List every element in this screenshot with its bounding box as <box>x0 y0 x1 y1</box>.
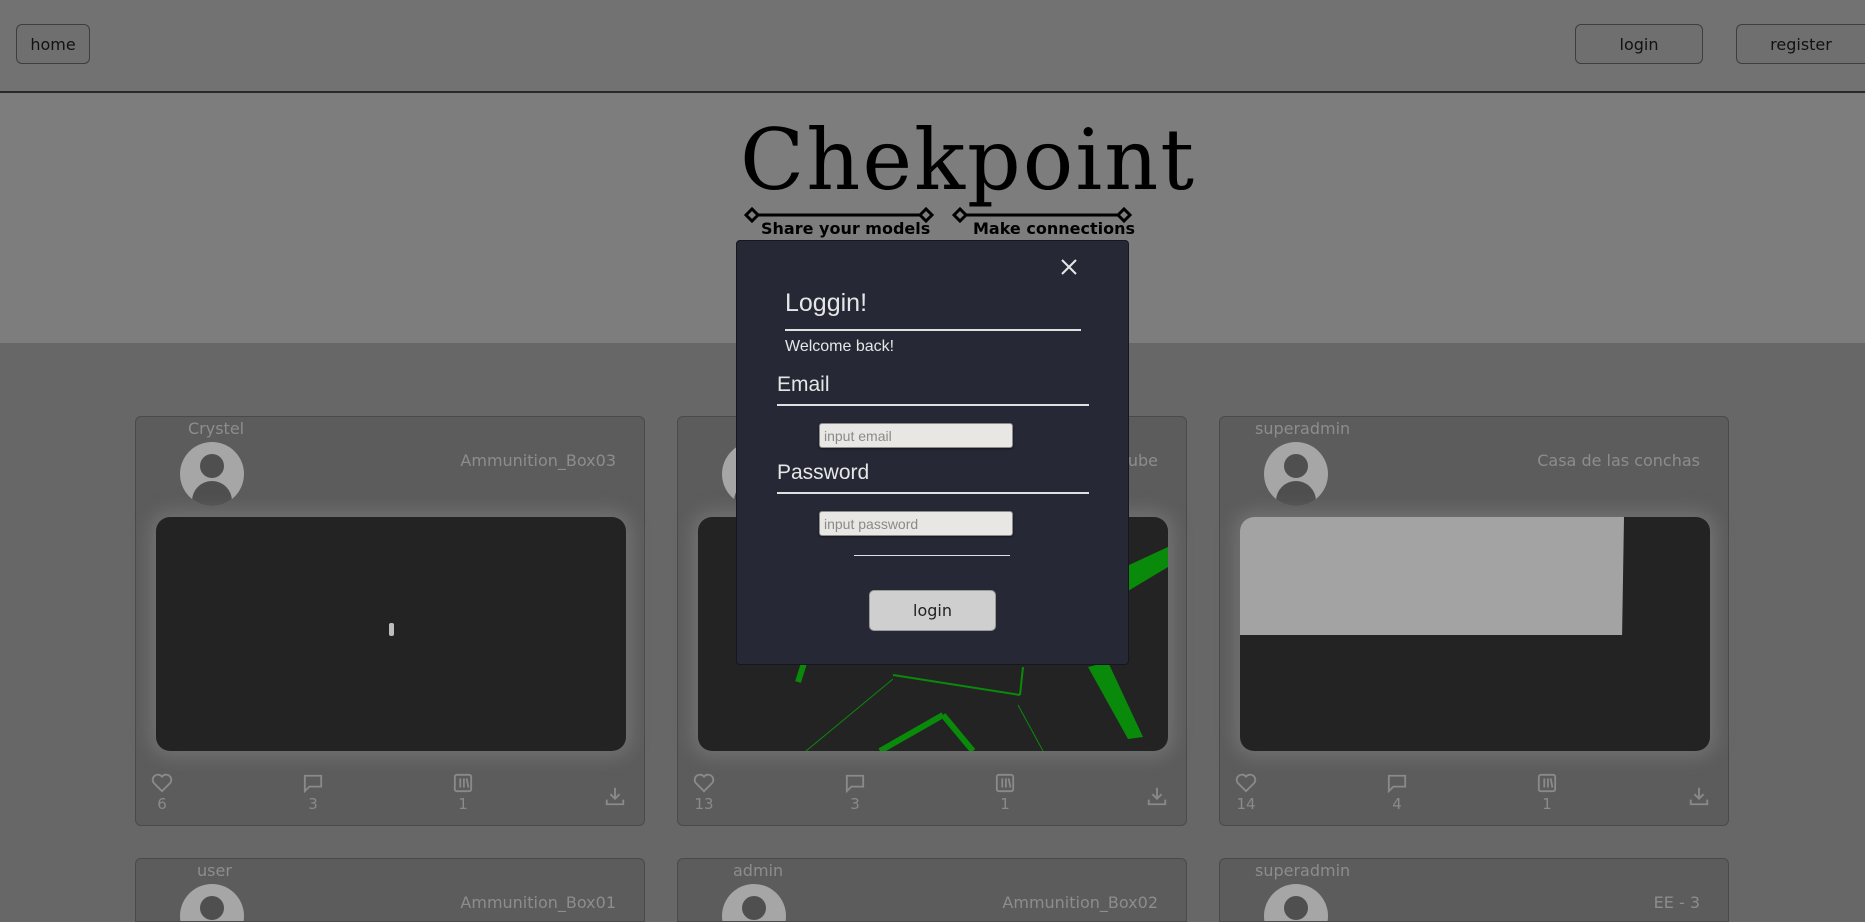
card-model-name[interactable]: Ammunition_Box02 <box>1002 893 1158 912</box>
comment-icon <box>1387 774 1407 793</box>
password-field[interactable] <box>819 511 1013 536</box>
password-label: Password <box>777 461 870 484</box>
comment-count: 3 <box>308 795 318 813</box>
download-icon <box>605 787 625 806</box>
heart-icon <box>693 773 715 793</box>
model-card[interactable]: superadmin Casa de las conchas 14 4 1 <box>1219 416 1729 826</box>
user-avatar-icon[interactable] <box>1264 442 1328 506</box>
card-author[interactable]: admin <box>733 861 783 880</box>
user-avatar-icon[interactable] <box>180 884 244 921</box>
modal-title: Loggin! <box>785 289 868 317</box>
heart-icon <box>1235 773 1257 793</box>
card-model-name[interactable]: Casa de las conchas <box>1537 451 1700 470</box>
download-icon <box>1689 787 1709 806</box>
email-field[interactable] <box>819 423 1013 448</box>
password-divider <box>777 492 1089 494</box>
comment-stat[interactable]: 3 <box>835 773 875 813</box>
model-viewer[interactable] <box>1240 517 1710 751</box>
title-divider <box>785 329 1081 331</box>
close-icon[interactable] <box>1057 255 1081 279</box>
user-avatar-icon[interactable] <box>722 884 786 921</box>
email-divider <box>777 404 1089 406</box>
login-submit-button[interactable]: login <box>869 590 996 631</box>
comment-stat[interactable]: 4 <box>1377 773 1417 813</box>
comment-stat[interactable]: 3 <box>293 773 333 813</box>
model-preview-shape <box>1240 517 1624 635</box>
library-icon <box>995 773 1015 793</box>
comment-icon <box>303 774 323 793</box>
top-navbar: home login register <box>0 0 1865 93</box>
comment-icon <box>845 774 865 793</box>
home-button[interactable]: home <box>16 24 90 64</box>
like-stat[interactable]: 6 <box>142 773 182 813</box>
logo-title: Chekpoint <box>740 111 1197 209</box>
collection-stat[interactable]: 1 <box>443 773 483 813</box>
card-author[interactable]: superadmin <box>1255 419 1350 438</box>
collection-count: 1 <box>458 795 468 813</box>
comment-count: 3 <box>850 795 860 813</box>
model-viewer[interactable] <box>156 517 626 751</box>
comment-count: 4 <box>1392 795 1402 813</box>
card-author[interactable]: superadmin <box>1255 861 1350 880</box>
download-button[interactable] <box>1146 785 1168 811</box>
download-icon <box>1147 787 1167 806</box>
library-icon <box>453 773 473 793</box>
model-card[interactable]: superadmin EE - 3 <box>1219 858 1729 922</box>
register-nav-button[interactable]: register <box>1736 24 1865 64</box>
model-preview-shape <box>389 623 394 636</box>
modal-subtitle: Welcome back! <box>785 338 895 355</box>
like-stat[interactable]: 13 <box>684 773 724 813</box>
user-avatar-icon[interactable] <box>1264 884 1328 921</box>
download-button[interactable] <box>1688 785 1710 811</box>
card-model-name[interactable]: EE - 3 <box>1654 893 1700 912</box>
email-label: Email <box>777 373 830 396</box>
card-author[interactable]: Crystel <box>188 419 244 438</box>
model-card[interactable]: user Ammunition_Box01 <box>135 858 645 922</box>
collection-stat[interactable]: 1 <box>1527 773 1567 813</box>
like-count: 14 <box>1236 795 1256 813</box>
library-icon <box>1537 773 1557 793</box>
collection-count: 1 <box>1000 795 1010 813</box>
model-card[interactable]: admin Ammunition_Box02 <box>677 858 1187 922</box>
collection-stat[interactable]: 1 <box>985 773 1025 813</box>
card-model-name[interactable]: Ammunition_Box01 <box>460 893 616 912</box>
login-nav-button[interactable]: login <box>1575 24 1703 64</box>
collection-count: 1 <box>1542 795 1552 813</box>
download-button[interactable] <box>604 785 626 811</box>
like-count: 13 <box>694 795 714 813</box>
login-modal: Loggin! Welcome back! Email Password log… <box>736 240 1129 665</box>
user-avatar-icon[interactable] <box>180 442 244 506</box>
logo-tagline-right: Make connections <box>973 219 1135 238</box>
heart-icon <box>151 773 173 793</box>
model-card[interactable]: Crystel Ammunition_Box03 6 3 1 <box>135 416 645 826</box>
logo-tagline-left: Share your models <box>761 219 931 238</box>
like-count: 6 <box>157 795 167 813</box>
card-model-name[interactable]: Ammunition_Box03 <box>460 451 616 470</box>
like-stat[interactable]: 14 <box>1226 773 1266 813</box>
card-author[interactable]: user <box>197 861 232 880</box>
form-divider <box>854 555 1010 556</box>
